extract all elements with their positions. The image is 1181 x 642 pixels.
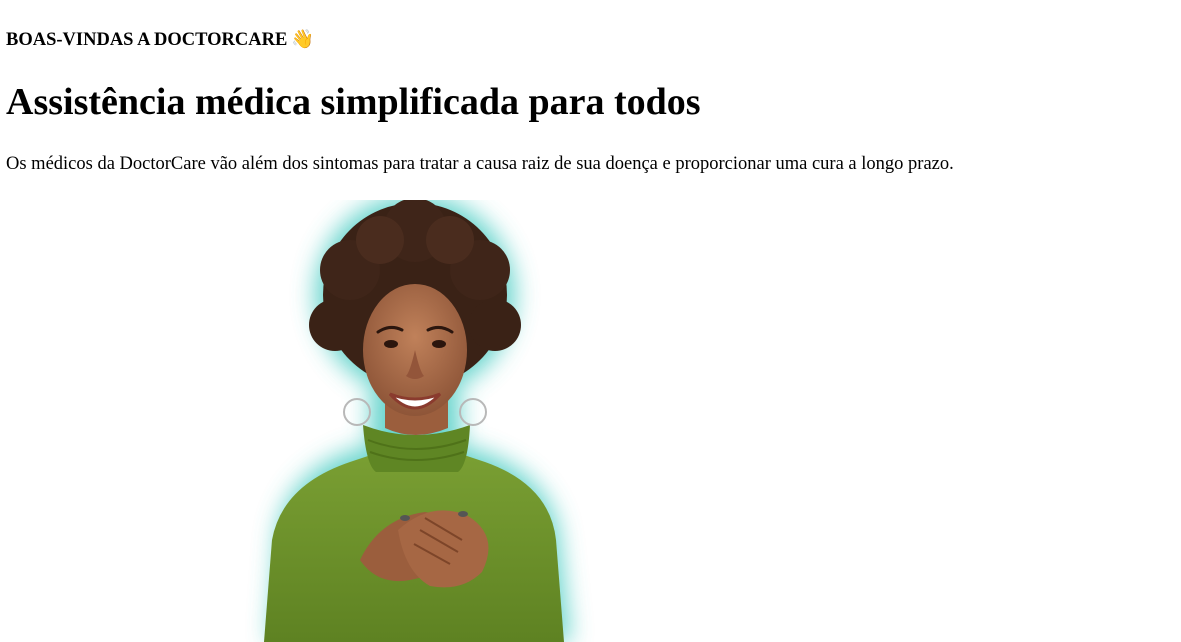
hero-description: Os médicos da DoctorCare vão além dos si… bbox=[6, 154, 954, 174]
earring-left bbox=[343, 398, 371, 426]
hero-image bbox=[200, 200, 620, 642]
waving-hand-icon: 👋 bbox=[291, 29, 315, 50]
earring-right bbox=[459, 398, 487, 426]
hero-section: BOAS-VINDAS A DOCTORCARE 👋 Assistência mé… bbox=[0, 0, 1181, 642]
welcome-eyebrow: BOAS-VINDAS A DOCTORCARE 👋 bbox=[6, 29, 314, 51]
woman-portrait-illustration bbox=[264, 200, 570, 642]
welcome-text: BOAS-VINDAS A DOCTORCARE bbox=[6, 30, 288, 50]
page-title: Assistência médica simplificada para tod… bbox=[6, 81, 701, 123]
